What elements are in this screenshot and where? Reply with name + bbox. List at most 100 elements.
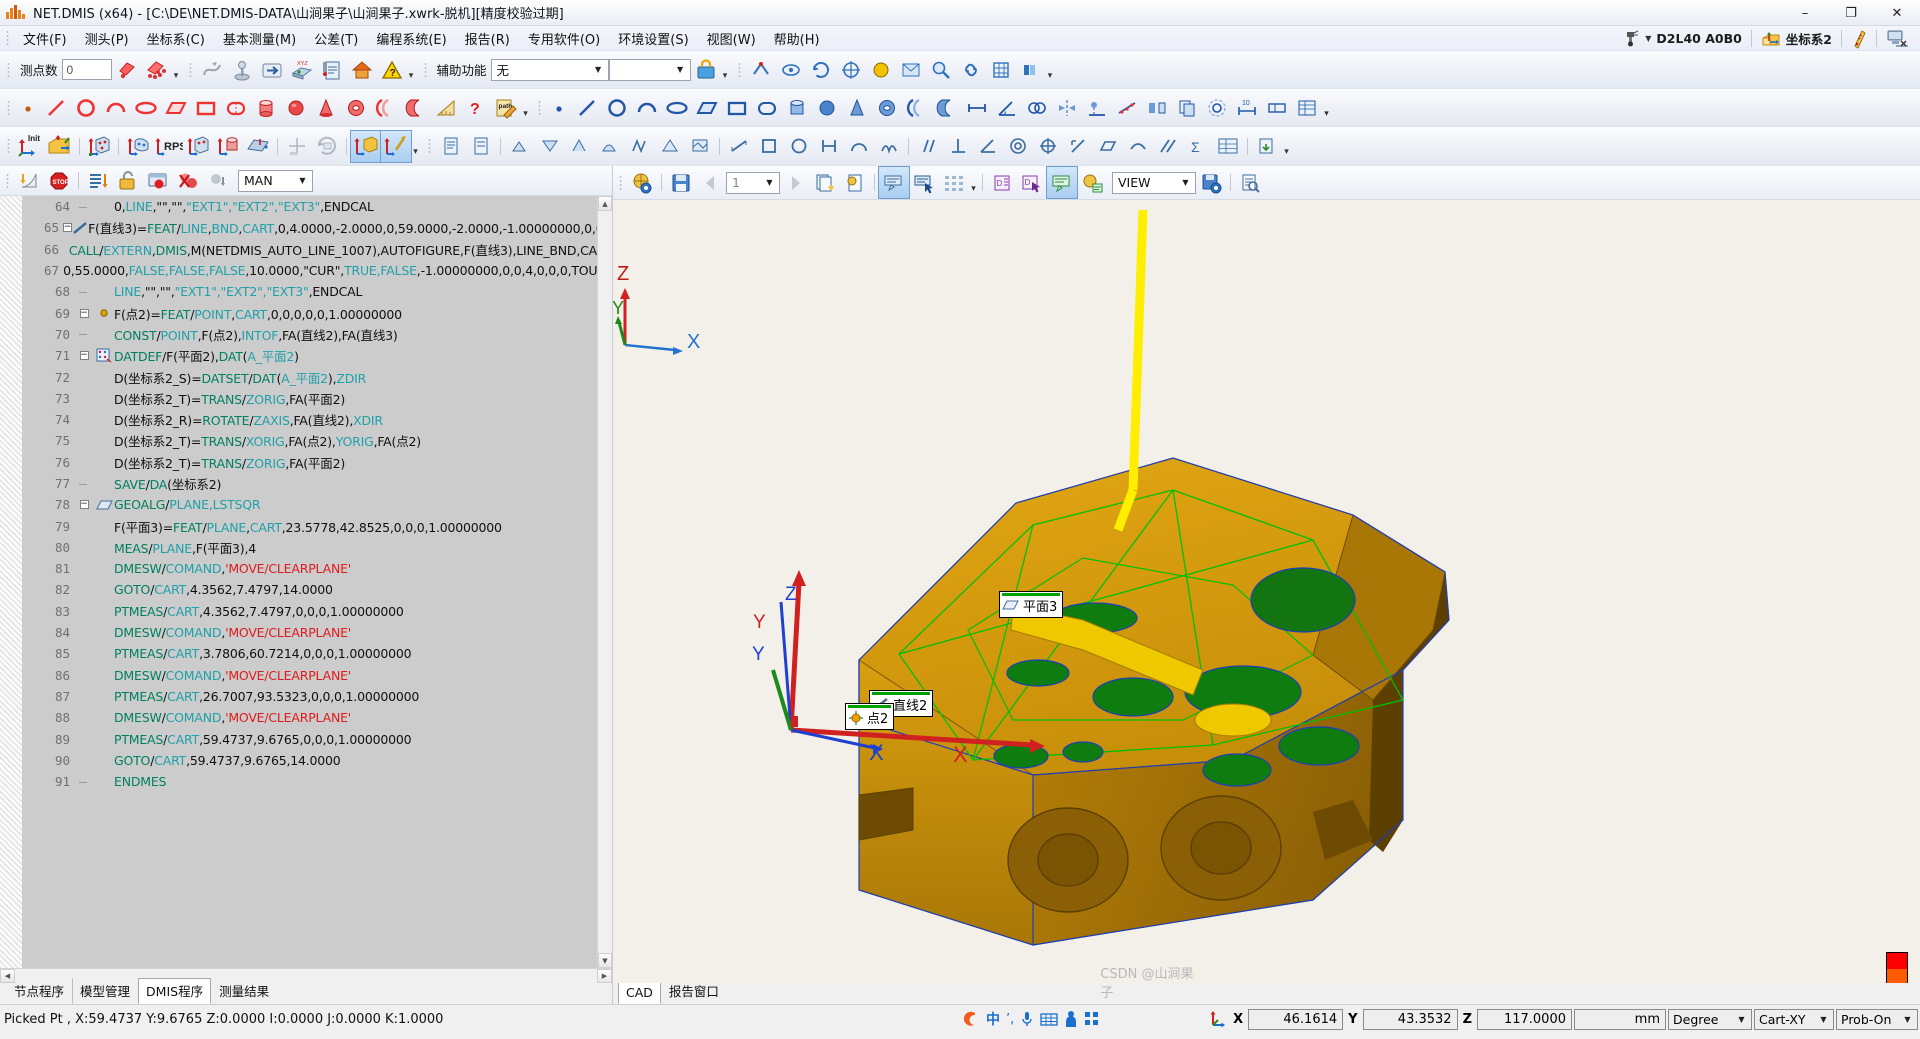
sort-lines-icon[interactable] xyxy=(83,165,113,196)
code-line[interactable]: 76 D(坐标系2_T)=TRANS/ZORIG,FA(平面2) xyxy=(44,452,597,473)
code-line[interactable]: 91 ENDMES xyxy=(44,771,597,792)
tab-measure-result[interactable]: 测量结果 xyxy=(211,978,277,1004)
cad-viewport[interactable]: Z Y Y X X Z Y X 平面3 直线2 点2 xyxy=(613,200,1920,983)
surface-construct-icon[interactable] xyxy=(932,92,962,123)
menu-item-tolerance[interactable]: 公差(T) xyxy=(305,26,367,51)
code-line[interactable]: 68 LINE,"","","EXT1","EXT2","EXT3",ENDCAL xyxy=(44,281,597,302)
code-line[interactable]: 90 GOTO/CART,59.4737,9.6765,14.0000 xyxy=(44,750,597,771)
close-button[interactable]: ✕ xyxy=(1874,0,1920,26)
aux-param-select[interactable]: ▼ xyxy=(608,58,691,81)
position-icon[interactable] xyxy=(1033,131,1063,162)
toolbar-gripper[interactable] xyxy=(735,60,743,79)
torus-construct-icon[interactable] xyxy=(872,92,902,123)
erase-all-points-icon[interactable] xyxy=(142,54,172,85)
collapse-toggle-icon[interactable]: − xyxy=(63,223,73,233)
view-select[interactable]: VIEW ▼ xyxy=(1112,171,1196,194)
toolbar-gripper[interactable] xyxy=(421,60,429,79)
tab-dmis-program[interactable]: DMIS程序 xyxy=(138,978,212,1004)
torus-icon[interactable] xyxy=(341,92,371,123)
editor-bookmark-column[interactable] xyxy=(22,196,44,968)
rect-construct-icon[interactable] xyxy=(722,92,752,123)
pick-label-icon[interactable] xyxy=(909,167,939,198)
toolbar-overflow-button[interactable]: ▾ xyxy=(521,93,530,123)
points-align-icon[interactable] xyxy=(183,131,213,162)
cylinder-icon[interactable] xyxy=(251,92,281,123)
menu-item-programming[interactable]: 编程系统(E) xyxy=(367,26,455,51)
unlock-icon[interactable] xyxy=(113,165,143,196)
move-down-icon[interactable] xyxy=(203,165,233,196)
cylinder-align-icon[interactable] xyxy=(213,131,243,162)
cad-settings-icon[interactable] xyxy=(627,167,657,198)
prev-page-icon[interactable] xyxy=(696,167,726,198)
code-editor[interactable]: 64 0,LINE,"","","EXT1","EXT2","EXT3",ENDC… xyxy=(0,196,612,968)
code-line[interactable]: 65− F(直线3)=FEAT/LINE,BND,CART,0,4.0000,-2… xyxy=(44,217,597,238)
parallel-icon[interactable] xyxy=(913,131,943,162)
angle3-icon[interactable] xyxy=(973,131,1003,162)
distance-icon[interactable] xyxy=(962,92,992,123)
code-line[interactable]: 69− F(点2)=FEAT/POINT,CART,0,0,0,0,0,1.000… xyxy=(44,302,597,323)
coordinate-system-icon[interactable] xyxy=(1761,30,1781,48)
offset-feature-icon[interactable] xyxy=(1202,92,1232,123)
emoji-icon[interactable] xyxy=(1064,1010,1078,1028)
code-line[interactable]: 64 0,LINE,"","","EXT1","EXT2","EXT3",ENDC… xyxy=(44,196,597,217)
plane-align-icon[interactable] xyxy=(243,131,273,162)
run-curve-icon[interactable] xyxy=(197,54,227,85)
code-line[interactable]: 78− GEOALG/PLANE,LSTSQR xyxy=(44,494,597,515)
toolbar-overflow-button[interactable]: ▾ xyxy=(407,55,416,85)
show-label-icon[interactable] xyxy=(878,166,910,199)
cone-construct-icon[interactable] xyxy=(842,92,872,123)
toolbar-gripper[interactable] xyxy=(426,137,433,155)
probe-head-icon[interactable] xyxy=(1622,30,1640,48)
link-feature-icon[interactable] xyxy=(956,54,986,85)
toolbar-overflow-button[interactable]: ▾ xyxy=(1046,55,1055,85)
square-icon[interactable] xyxy=(754,131,784,162)
code-line[interactable]: 79 F(平面3)=FEAT/PLANE,CART,23.5778,42.8525… xyxy=(44,515,597,536)
delete-feature-icon[interactable] xyxy=(866,54,896,85)
mode-select[interactable]: MAN ▼ xyxy=(238,169,313,192)
concentric-icon[interactable] xyxy=(1003,131,1033,162)
menu-item-help[interactable]: 帮助(H) xyxy=(765,26,829,51)
chevron-down-icon[interactable]: ▼ xyxy=(1645,34,1651,43)
chart3-icon[interactable] xyxy=(565,131,595,162)
collapse-toggle-icon[interactable]: − xyxy=(79,500,89,510)
warning-icon[interactable]: ? xyxy=(377,54,407,85)
points-count-input[interactable] xyxy=(61,59,112,80)
tol-table-icon[interactable] xyxy=(1213,131,1243,162)
toolbar-gripper[interactable] xyxy=(4,171,11,190)
machine-coordsys-icon[interactable] xyxy=(1208,1009,1228,1029)
sphere-icon[interactable] xyxy=(281,92,311,123)
keyboard-icon[interactable] xyxy=(1040,1011,1058,1027)
execute-arrow-icon[interactable] xyxy=(257,54,287,85)
point-construct-icon[interactable] xyxy=(546,92,572,123)
toolbar-overflow-button[interactable]: ▾ xyxy=(411,131,420,161)
magnify-icon[interactable] xyxy=(926,54,956,85)
chart1-icon[interactable] xyxy=(505,131,535,162)
intersect-icon[interactable] xyxy=(1022,92,1052,123)
arc-construct-icon[interactable] xyxy=(632,92,662,123)
surface-align-icon[interactable] xyxy=(123,131,153,162)
dimension-icon[interactable]: 10 xyxy=(1232,92,1262,123)
coord-mode-select[interactable]: Cart-XY ▼ xyxy=(1754,1008,1834,1030)
next-page-icon[interactable] xyxy=(780,167,810,198)
toolbar-gripper[interactable] xyxy=(536,98,543,117)
curve-icon[interactable] xyxy=(371,92,401,123)
scroll-up-icon[interactable]: ▲ xyxy=(598,196,612,211)
fold-gutter[interactable]: − xyxy=(74,351,94,361)
circle-construct-icon[interactable] xyxy=(602,92,632,123)
surface-icon[interactable] xyxy=(401,92,431,123)
target-icon[interactable] xyxy=(836,54,866,85)
curve2-icon[interactable] xyxy=(874,131,904,162)
sphere-construct-icon[interactable] xyxy=(812,92,842,123)
tab-model-manage[interactable]: 模型管理 xyxy=(72,978,138,1004)
code-line[interactable]: 81 DMESW/COMAND,'MOVE/CLEARPLANE' xyxy=(44,558,597,579)
page-settings-icon[interactable] xyxy=(840,167,870,198)
toolbar-gripper[interactable] xyxy=(5,137,12,155)
stop-icon[interactable]: STOP xyxy=(44,165,74,196)
cube-align-icon[interactable] xyxy=(84,131,114,162)
code-line[interactable]: 87 PTMEAS/CART,26.7007,93.5323,0,0,0,1.00… xyxy=(44,686,597,707)
code-line[interactable]: 73 D(坐标系2_T)=TRANS/ZORIG,FA(平面2) xyxy=(44,388,597,409)
chart6-icon[interactable] xyxy=(655,131,685,162)
maximize-button[interactable]: ❐ xyxy=(1828,0,1874,26)
rotate-cube-icon[interactable] xyxy=(312,131,342,162)
line-construct-icon[interactable] xyxy=(572,92,602,123)
